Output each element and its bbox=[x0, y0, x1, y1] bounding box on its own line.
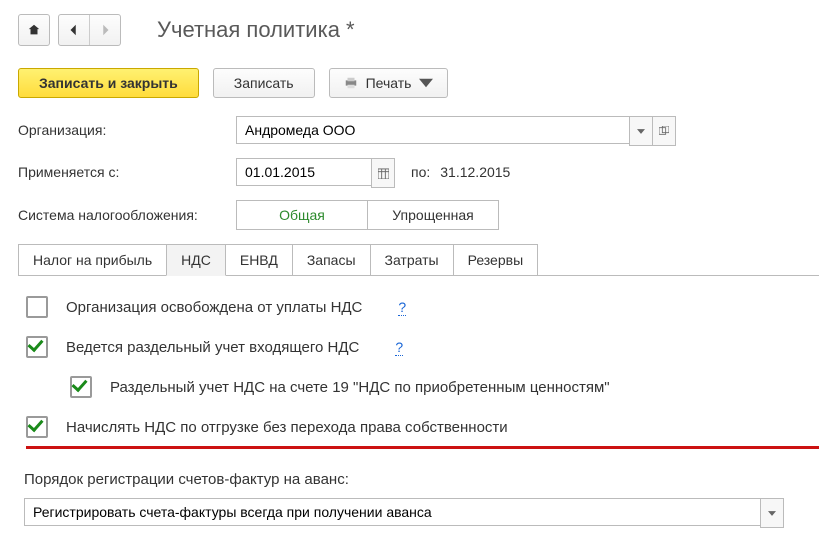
tab-stock[interactable]: Запасы bbox=[292, 244, 371, 276]
open-icon bbox=[659, 126, 669, 136]
org-dropdown-button[interactable] bbox=[629, 116, 653, 146]
chevron-down-icon bbox=[637, 129, 645, 134]
applies-calendar-button[interactable] bbox=[371, 158, 395, 188]
applies-input[interactable] bbox=[236, 158, 371, 186]
save-close-button[interactable]: Записать и закрыть bbox=[18, 68, 199, 98]
save-button[interactable]: Записать bbox=[213, 68, 315, 98]
exempt-label: Организация освобождена от уплаты НДС bbox=[66, 299, 362, 316]
applies-date[interactable] bbox=[236, 158, 395, 186]
forward-button[interactable] bbox=[89, 15, 120, 45]
invoice-label: Порядок регистрации счетов-фактур на ава… bbox=[24, 471, 819, 488]
tax-general-button[interactable]: Общая bbox=[237, 201, 367, 229]
home-button-group bbox=[18, 14, 50, 46]
exempt-checkbox[interactable] bbox=[26, 296, 48, 318]
org-input[interactable] bbox=[236, 116, 629, 144]
tax-simple-button[interactable]: Упрощенная bbox=[367, 201, 498, 229]
org-open-button[interactable] bbox=[653, 116, 676, 146]
separate-checkbox[interactable] bbox=[26, 336, 48, 358]
nav-button-group bbox=[58, 14, 121, 46]
separate-help[interactable]: ? bbox=[395, 339, 403, 356]
invoice-combo[interactable] bbox=[24, 498, 784, 526]
invoice-dropdown-button[interactable] bbox=[760, 498, 784, 528]
to-label: по: bbox=[411, 164, 430, 180]
acct19-checkbox[interactable] bbox=[70, 376, 92, 398]
calendar-icon bbox=[378, 168, 389, 179]
tax-system-segment: Общая Упрощенная bbox=[236, 200, 499, 230]
chevron-down-icon bbox=[768, 511, 776, 516]
org-label: Организация: bbox=[18, 122, 236, 138]
tab-reserves[interactable]: Резервы bbox=[453, 244, 539, 276]
back-button[interactable] bbox=[59, 15, 89, 45]
invoice-input[interactable] bbox=[24, 498, 760, 526]
tax-system-label: Система налогообложения: bbox=[18, 207, 236, 223]
home-button[interactable] bbox=[19, 15, 49, 45]
tab-nds[interactable]: НДС bbox=[166, 244, 226, 276]
tab-bar: Налог на прибыль НДС ЕНВД Запасы Затраты… bbox=[18, 244, 819, 276]
tab-costs[interactable]: Затраты bbox=[370, 244, 454, 276]
tab-profit[interactable]: Налог на прибыль bbox=[18, 244, 167, 276]
onship-checkbox[interactable] bbox=[26, 416, 48, 438]
onship-label: Начислять НДС по отгрузке без перехода п… bbox=[66, 419, 508, 436]
tab-envd[interactable]: ЕНВД bbox=[225, 244, 293, 276]
separate-label: Ведется раздельный учет входящего НДС bbox=[66, 339, 359, 356]
tab-body-nds: Организация освобождена от уплаты НДС ? … bbox=[18, 275, 819, 526]
org-combo[interactable] bbox=[236, 116, 676, 144]
acct19-label: Раздельный учет НДС на счете 19 "НДС по … bbox=[110, 379, 610, 396]
page-title: Учетная политика * bbox=[157, 17, 355, 43]
exempt-help[interactable]: ? bbox=[398, 299, 406, 316]
applies-label: Применяется с: bbox=[18, 164, 236, 180]
print-label: Печать bbox=[366, 75, 412, 91]
printer-icon bbox=[344, 76, 358, 90]
chevron-down-icon bbox=[419, 76, 433, 90]
to-value: 31.12.2015 bbox=[440, 164, 510, 180]
print-button[interactable]: Печать bbox=[329, 68, 449, 98]
